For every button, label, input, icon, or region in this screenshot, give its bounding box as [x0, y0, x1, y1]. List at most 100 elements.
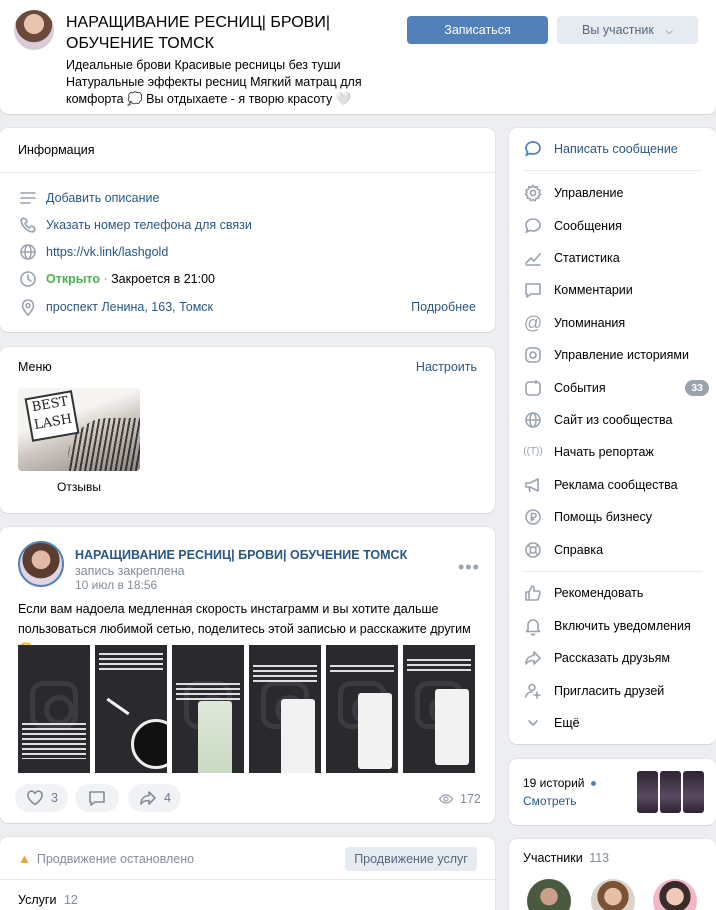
- members-label: Участники: [523, 851, 583, 865]
- member-avatar[interactable]: [653, 879, 697, 910]
- members-count: 113: [589, 851, 610, 865]
- sidebar-item-label: Комментарии: [554, 283, 633, 297]
- add-user-icon: [523, 681, 543, 701]
- more-options-icon[interactable]: •••: [458, 557, 480, 578]
- post-photo[interactable]: [172, 645, 244, 773]
- more-details-link[interactable]: Подробнее: [411, 300, 476, 314]
- sidebar-item-statistics[interactable]: Статистика: [523, 247, 709, 269]
- sidebar-item-start-stream[interactable]: ((T)) Начать репортаж: [523, 441, 709, 463]
- add-description-row[interactable]: Добавить описание: [18, 188, 159, 208]
- story-thumbnail[interactable]: [683, 771, 704, 813]
- configure-menu-link[interactable]: Настроить: [416, 360, 477, 374]
- story-thumbnail[interactable]: [660, 771, 681, 813]
- sidebar-item-invite-friends[interactable]: Пригласить друзей: [523, 680, 709, 702]
- heart-icon: [25, 788, 45, 808]
- open-separator: ·: [100, 272, 112, 286]
- add-description-link[interactable]: Добавить описание: [46, 191, 159, 205]
- sidebar-item-label: Включить уведомления: [554, 619, 691, 633]
- story-thumbnail[interactable]: [637, 771, 658, 813]
- sidebar-item-manage[interactable]: Управление: [523, 182, 709, 204]
- group-avatar[interactable]: [14, 10, 54, 50]
- sidebar-item-help[interactable]: Справка: [523, 539, 709, 561]
- like-button[interactable]: 3: [15, 784, 68, 812]
- pinned-post: НАРАЩИВАНИЕ РЕСНИЦ| БРОВИ| ОБУЧЕНИЕ ТОМС…: [0, 527, 495, 823]
- sidebar-item-recommend[interactable]: Рекомендовать: [523, 582, 709, 604]
- member-avatar[interactable]: [591, 879, 635, 910]
- message-bubble-icon: [523, 139, 543, 159]
- share-count: 4: [164, 791, 171, 805]
- sidebar-item-ads[interactable]: Реклама сообщества: [523, 474, 709, 496]
- sidebar-item-label: Справка: [554, 543, 604, 557]
- pinned-label: запись закреплена: [75, 564, 185, 578]
- location-pin-icon: [18, 297, 38, 317]
- post-author-avatar[interactable]: [18, 541, 64, 587]
- address-row[interactable]: проспект Ленина, 163, Томск Подробнее: [18, 297, 476, 317]
- sidebar-item-label: Ещё: [554, 716, 580, 730]
- sidebar-item-write-message[interactable]: Написать сообщение: [523, 138, 709, 160]
- sidebar-item-site[interactable]: Сайт из сообщества: [523, 409, 709, 431]
- stories-card[interactable]: 19 историй Смотреть: [509, 759, 716, 825]
- new-story-dot: [590, 781, 596, 787]
- sidebar-item-more[interactable]: Ещё: [523, 712, 709, 734]
- stories-count: 19 историй: [523, 776, 585, 790]
- member-avatar[interactable]: [527, 879, 571, 910]
- watch-stories-link[interactable]: Смотреть: [523, 794, 577, 808]
- sidebar-item-label: События: [554, 381, 606, 395]
- divider: [0, 172, 495, 173]
- calendar-icon: [523, 378, 543, 398]
- gear-icon: [523, 183, 543, 203]
- members-header[interactable]: Участники 113: [523, 851, 609, 865]
- post-header: НАРАЩИВАНИЕ РЕСНИЦ| БРОВИ| ОБУЧЕНИЕ ТОМС…: [75, 547, 425, 579]
- post-photo[interactable]: [249, 645, 321, 773]
- like-count: 3: [51, 791, 58, 805]
- sidebar-item-label: Помощь бизнесу: [554, 510, 652, 524]
- views-counter: 172: [438, 791, 481, 807]
- sidebar-item-label: Пригласить друзей: [554, 684, 665, 698]
- sidebar-item-stories-manage[interactable]: Управление историями: [523, 344, 709, 366]
- reviews-thumbnail: BEST LASH: [18, 388, 140, 471]
- post-author-link[interactable]: НАРАЩИВАНИЕ РЕСНИЦ| БРОВИ| ОБУЧЕНИЕ ТОМС…: [75, 548, 407, 562]
- member-button[interactable]: Вы участник ⌵: [557, 16, 698, 44]
- sidebar-item-label: Управление историями: [554, 348, 690, 362]
- post-photo[interactable]: [95, 645, 167, 773]
- at-sign-icon: @: [523, 313, 543, 333]
- sidebar-item-mentions[interactable]: @ Упоминания: [523, 312, 709, 334]
- post-date[interactable]: 10 июл в 18:56: [75, 578, 157, 592]
- post-photo[interactable]: [326, 645, 398, 773]
- menu-card: Меню Настроить BEST LASH Отзывы: [0, 347, 495, 513]
- add-phone-row[interactable]: Указать номер телефона для связи: [18, 215, 252, 235]
- sidebar-item-messages[interactable]: Сообщения: [523, 215, 709, 237]
- sidebar-item-comments[interactable]: Комментарии: [523, 279, 709, 301]
- services-header[interactable]: Услуги 12: [18, 893, 78, 907]
- divider: [523, 571, 702, 572]
- sidebar-item-label: Упоминания: [554, 316, 626, 330]
- globe-icon: [18, 242, 38, 262]
- sidebar-item-notifications[interactable]: Включить уведомления: [523, 615, 709, 637]
- sidebar-item-tell-friends[interactable]: Рассказать друзьям: [523, 647, 709, 669]
- text-lines-icon: [18, 188, 38, 208]
- sidebar-item-events[interactable]: События 33: [523, 377, 709, 399]
- website-row[interactable]: https://vk.link/lashgold: [18, 242, 168, 262]
- members-card: Участники 113: [509, 839, 716, 910]
- share-arrow-icon: [138, 788, 158, 808]
- broadcast-icon: ((T)): [523, 446, 543, 457]
- sidebar-item-business-help[interactable]: Помощь бизнесу: [523, 506, 709, 528]
- promote-services-button[interactable]: Продвижение услуг: [345, 847, 477, 871]
- globe-icon: [523, 410, 543, 430]
- comment-icon: [87, 788, 107, 808]
- website-link[interactable]: https://vk.link/lashgold: [46, 245, 168, 259]
- ruble-icon: [523, 507, 543, 527]
- sidebar-item-label: Начать репортаж: [554, 445, 654, 459]
- post-photo[interactable]: [403, 645, 475, 773]
- add-phone-link[interactable]: Указать номер телефона для связи: [46, 218, 252, 232]
- services-label: Услуги: [18, 893, 57, 907]
- subscribe-button[interactable]: Записаться: [407, 16, 548, 44]
- post-photo[interactable]: [18, 645, 90, 773]
- comment-button[interactable]: [75, 784, 119, 812]
- member-button-label: Вы участник: [582, 23, 654, 37]
- stories-count-row: 19 историй: [523, 776, 596, 790]
- address-link[interactable]: проспект Ленина, 163, Томск: [46, 300, 213, 314]
- promotion-stopped-text: Продвижение остановлено: [36, 851, 195, 866]
- share-button[interactable]: 4: [128, 784, 181, 812]
- comment-icon: [523, 280, 543, 300]
